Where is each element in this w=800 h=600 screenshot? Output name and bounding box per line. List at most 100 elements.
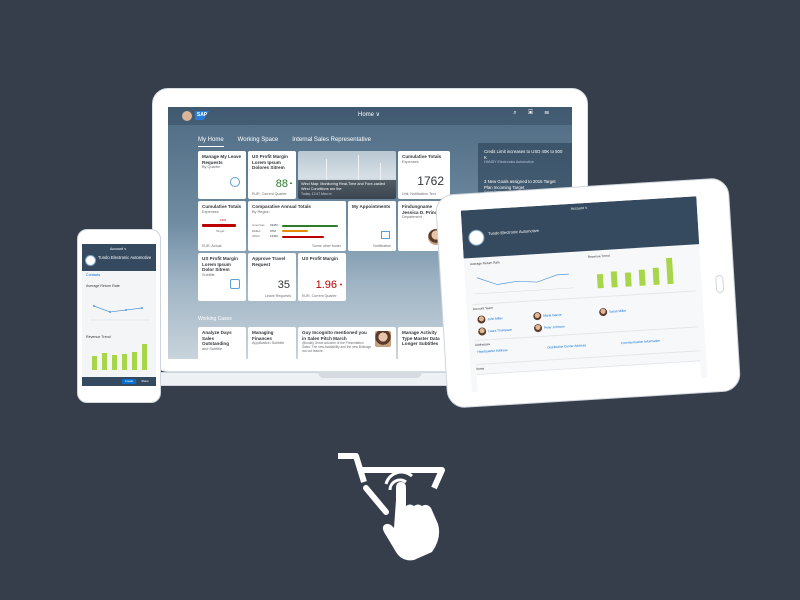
tile-cumulative-totals-kpi[interactable]: Cumulative Totals Expenses 1762 Unit, No… (398, 151, 450, 199)
bar (132, 352, 137, 370)
tablet-header: Account ∨ Tundo Electronic Automotive (460, 196, 700, 259)
user-avatar[interactable] (182, 111, 192, 121)
news-item[interactable]: Credit Limit increases to USD 40K to 500… (484, 149, 564, 166)
phone-footer-bar: Create Share (82, 377, 156, 386)
tablet-bar-chart (596, 257, 674, 289)
tab-working-space[interactable]: Working Space (238, 137, 279, 147)
contact-avatar (598, 307, 608, 317)
arrow-up-icon: ▲ (289, 180, 293, 185)
contact-avatar (477, 315, 486, 324)
tile-days-sales-outstanding[interactable]: Analyze Days Sales Outstanding and Subti… (198, 327, 246, 359)
tile-title: Cumulative Totals (402, 154, 442, 159)
arrow-down-icon: ▼ (339, 282, 343, 287)
contact-link[interactable]: John Miller (487, 316, 503, 321)
tile-subtitle: Subtitle (202, 272, 215, 277)
phone-chart-title: Revenue Trend (86, 335, 111, 339)
tile-my-appointments[interactable]: My Appointments Notification (348, 201, 396, 251)
tablet-screen: Account ∨ Tundo Electronic Automotive Av… (460, 196, 708, 393)
tile-subtitle: By Quarter (202, 165, 221, 170)
tile-title: Cumulative Totals (202, 204, 242, 209)
tile-manage-leave[interactable]: Manage My Leave Requests By Quarter (198, 151, 246, 199)
touch-ripple (384, 470, 413, 485)
line-series (93, 305, 143, 313)
tile-subtitle: Expenses (202, 209, 219, 214)
tablet-app-menu[interactable]: Account ∨ (571, 206, 588, 211)
contact-link[interactable]: Peter Johnson (544, 324, 565, 329)
tile-us-profit-margin[interactable]: US Profit Margin Lorem Ipsum Dolores Sit… (248, 151, 296, 199)
comparison-labels: Americas EMEA APAC (252, 223, 265, 240)
target-label: Target (216, 229, 225, 233)
phone-line-chart (90, 305, 150, 321)
phone-app-menu[interactable]: Account ∨ (110, 247, 127, 251)
bar (638, 269, 646, 286)
sap-logo[interactable]: SAP (195, 111, 209, 120)
wind-caption: Wind Map: Monitoring Real-Time and Fore-… (301, 182, 386, 191)
tile-footer: Leave Requests (265, 294, 291, 298)
tile-footer: Notification (373, 244, 391, 248)
tile-title: Analyze Days Sales Outstanding (202, 330, 232, 347)
shell-home-menu[interactable]: Home ∨ (358, 111, 380, 118)
address-link[interactable]: Headquarter Address (477, 348, 507, 354)
phone-section-tab[interactable]: Contacts (86, 273, 100, 277)
data-point (141, 307, 143, 309)
data-point (93, 305, 95, 307)
tile-subtitle: and Subtitle (202, 346, 223, 351)
tile-wind-map[interactable]: Wind Map: Monitoring Real-Time and Fore-… (298, 151, 396, 199)
tile-managing-finances[interactable]: Managing Finances Application Subtitle 2… (248, 327, 296, 359)
tile-title: US Profit Margin Lorem Ipsum Dolor Sitre… (202, 256, 238, 273)
address-link[interactable]: Communication Information (621, 339, 660, 345)
tablet-chart-title: Revenue Trend (587, 253, 610, 259)
wind-footer: Today, 12:47 Man m (301, 192, 332, 196)
line-series (476, 273, 569, 285)
news-source: HANDY Electronics Automotive (484, 160, 534, 164)
calendar-icon (381, 231, 390, 239)
company-logo (85, 255, 96, 266)
tile-us-profit-margin-2[interactable]: US Profit Margin Lorem Ipsum Dolor Sitre… (198, 253, 246, 301)
shell-action-icons[interactable]: ⌕ ▣ ☰ (513, 110, 554, 117)
create-button[interactable]: Create (122, 379, 136, 384)
contact-link[interactable]: Maria Garcia (543, 313, 561, 318)
tab-my-home[interactable]: My Home (198, 137, 224, 147)
contact-avatar (533, 311, 542, 321)
leave-icon (230, 177, 240, 187)
axis-line (473, 287, 574, 295)
address-link[interactable]: Distribution Center Address (547, 343, 586, 349)
share-button[interactable]: Share (138, 379, 152, 384)
tile-approve-travel[interactable]: Approve Travel Request 35 Leave Requests (248, 253, 296, 301)
touch-cart-icon (338, 453, 445, 561)
contact-avatar (477, 327, 487, 336)
tile-title: Managing Finances (252, 330, 274, 341)
contact-link[interactable]: Sarah Miller (609, 309, 626, 314)
contact-link[interactable]: Laura Thompson (488, 328, 512, 333)
tile-title: Approve Travel Request (252, 256, 286, 267)
bar (102, 353, 107, 370)
tablet-chart-title: Average Return Rate (469, 260, 500, 267)
contacts-title: Account Team (472, 305, 493, 312)
tile-comparative-totals[interactable]: Comparative Annual Totals By Region Amer… (248, 201, 346, 251)
tablet-company-name: Tundo Electronic Automotive (488, 227, 540, 236)
tile-title: Manage Activity Type Master Data Longer … (402, 330, 440, 347)
cart-outline (363, 485, 389, 515)
items-table-title: Items (476, 366, 485, 371)
contact-avatar (533, 323, 543, 333)
bar (624, 272, 632, 287)
tile-subtitle: By Region (252, 209, 270, 214)
region-value: 164M (270, 234, 278, 238)
tile-mention-feed[interactable]: Guy Incognito mentioned you in Sales Pit… (298, 327, 396, 359)
region-label: APAC (252, 234, 260, 238)
tablet-line-chart (473, 273, 574, 295)
shell-bar: SAP Home ∨ ⌕ ▣ ☰ (168, 107, 572, 125)
document-icon (230, 279, 240, 289)
tile-title: Manage My Leave Requests (202, 154, 242, 165)
phone-company-name: Tundo Electronic Automotive (98, 255, 152, 260)
tile-footer: EUR, Current Quarter (302, 294, 337, 298)
target-value: 12M (220, 218, 226, 222)
tile-cumulative-totals-chart[interactable]: Cumulative Totals Expenses 12M Target EU… (198, 201, 246, 251)
tile-kpi: 1.96 (315, 279, 337, 291)
tile-us-profit-margin-3[interactable]: US Profit Margin 1.96 ▼ EUR, Current Qua… (298, 253, 346, 301)
tile-footer: EUR, Current Quarter (252, 192, 287, 196)
tab-internal-sales[interactable]: Internal Sales Representative (292, 137, 371, 147)
author-photo (375, 331, 391, 347)
comparison-bar (282, 236, 324, 238)
bar (666, 257, 674, 285)
